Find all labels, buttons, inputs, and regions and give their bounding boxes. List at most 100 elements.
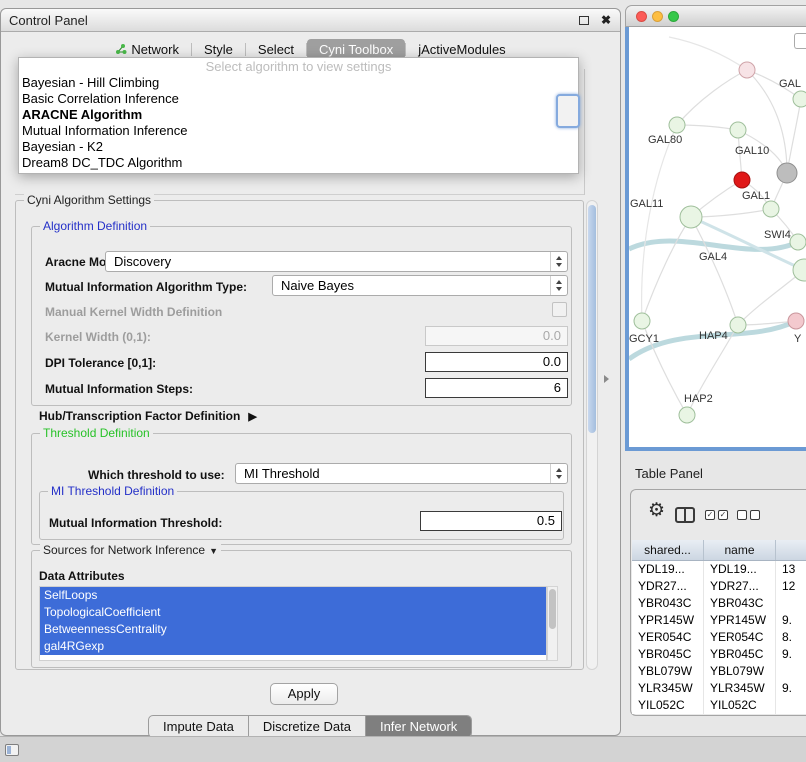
network-node[interactable] (739, 62, 755, 78)
network-edge[interactable] (629, 241, 798, 249)
network-edge[interactable] (642, 217, 691, 321)
algorithm-menu-item[interactable]: Mutual Information Inference (19, 123, 578, 139)
mi-steps-input[interactable]: 6 (425, 378, 568, 398)
attribute-list-scrollbar[interactable] (547, 586, 558, 661)
expand-arrow-icon[interactable]: ▶ (248, 411, 256, 423)
table-panel-window: ⚙ ✓ ✓ shared...name YDL19...YDL19...13YD… (630, 489, 806, 716)
mi-algorithm-type-combo[interactable]: Naive Bayes (272, 275, 568, 296)
menu-placeholder: Select algorithm to view settings (19, 58, 578, 75)
network-node[interactable] (788, 313, 804, 329)
network-window-titlebar[interactable] (625, 5, 806, 27)
network-node[interactable] (730, 122, 746, 138)
network-node[interactable] (763, 201, 779, 217)
network-edge[interactable] (677, 125, 738, 130)
network-node[interactable] (730, 317, 746, 333)
mi-threshold-definition-title: MI Threshold Definition (48, 484, 177, 498)
table-row[interactable]: YDL19...YDL19...13 (632, 561, 806, 578)
column-header[interactable] (776, 540, 806, 560)
table-row[interactable]: YBL079WYBL079W (632, 663, 806, 680)
network-node[interactable] (634, 313, 650, 329)
node-label: HAP2 (684, 393, 713, 405)
table-row[interactable]: YBR043CYBR043C (632, 595, 806, 612)
bottom-tab-infer-network[interactable]: Infer Network (365, 716, 471, 737)
attribute-list-item[interactable]: SelfLoops (40, 587, 546, 604)
table-row[interactable]: YLR345WYLR345W9. (632, 680, 806, 697)
bottom-tab-discretize-data[interactable]: Discretize Data (248, 716, 365, 737)
close-traffic-light[interactable] (636, 11, 647, 22)
node-label: GAL1 (742, 190, 770, 202)
network-overlay-button[interactable] (794, 33, 806, 49)
network-canvas-area[interactable]: GALGAL80GAL10GAL11GAL1SWI4GAL4GCY1HAP4YH… (625, 27, 806, 451)
network-edge[interactable] (642, 125, 677, 321)
network-node[interactable] (680, 206, 702, 228)
table-cell: YBL079W (632, 663, 704, 680)
network-node[interactable] (777, 163, 797, 183)
deselect-all-columns-icon[interactable] (737, 510, 760, 520)
combo-stepper-icon[interactable] (550, 276, 567, 295)
minimize-traffic-light[interactable] (652, 11, 663, 22)
table-cell: YDL19... (704, 561, 776, 578)
settings-scrollbar[interactable] (586, 200, 598, 670)
network-node[interactable] (734, 172, 750, 188)
table-row[interactable]: YIL052CYIL052C (632, 697, 806, 714)
table-row[interactable]: YBR045CYBR045C9. (632, 646, 806, 663)
algorithm-menu-items: Bayesian - Hill ClimbingBasic Correlatio… (19, 75, 578, 171)
aracne-mode-combo[interactable]: Discovery (105, 251, 568, 272)
attribute-list-item[interactable]: gal4RGexp (40, 638, 546, 655)
sources-group-title[interactable]: Sources for Network Inference▼ (40, 543, 221, 557)
dpi-tolerance-label: DPI Tolerance [0,1]: (45, 356, 156, 370)
checked-box-icon: ✓ (718, 510, 728, 520)
bottom-tab-impute-data[interactable]: Impute Data (149, 716, 248, 737)
network-node[interactable] (669, 117, 685, 133)
algorithm-menu-item[interactable]: Basic Correlation Inference (19, 91, 578, 107)
network-edge[interactable] (691, 209, 771, 217)
focused-button-artifact[interactable] (556, 94, 580, 128)
panel-collapse-arrow[interactable] (604, 375, 609, 383)
column-settings-icon[interactable] (675, 507, 695, 523)
control-panel-dock-icon[interactable] (5, 744, 19, 756)
collapse-arrow-icon[interactable]: ▼ (209, 546, 218, 556)
dpi-tolerance-input[interactable]: 0.0 (425, 352, 568, 372)
algorithm-menu-item[interactable]: Bayesian - Hill Climbing (19, 75, 578, 91)
which-threshold-combo[interactable]: MI Threshold (235, 463, 568, 484)
node-label: GAL10 (735, 145, 769, 157)
table-row[interactable]: YER054CYER054C8. (632, 629, 806, 646)
network-edge[interactable] (669, 37, 747, 70)
combo-stepper-icon[interactable] (550, 252, 567, 271)
checked-box-icon: ✓ (705, 510, 715, 520)
node-label: GAL (779, 78, 801, 90)
column-header[interactable]: shared... (632, 540, 704, 560)
network-node[interactable] (790, 234, 806, 250)
network-edge[interactable] (691, 217, 738, 325)
scrollbar-thumb[interactable] (588, 205, 596, 433)
network-edge[interactable] (677, 70, 747, 125)
select-all-columns-icon[interactable]: ✓ ✓ (705, 510, 728, 520)
mi-threshold-input[interactable]: 0.5 (420, 511, 562, 531)
mi-algorithm-type-label: Mutual Information Algorithm Type: (45, 280, 247, 294)
hub-transcription-factor-toggle[interactable]: Hub/Transcription Factor Definition▶ (39, 409, 257, 423)
control-panel-titlebar[interactable]: Control Panel ✖ (1, 9, 620, 32)
table-row[interactable]: YDR27...YDR27...12 (632, 578, 806, 595)
column-header[interactable]: name (704, 540, 776, 560)
network-node[interactable] (679, 407, 695, 423)
algorithm-menu-item[interactable]: Dream8 DC_TDC Algorithm (19, 155, 578, 171)
zoom-traffic-light[interactable] (668, 11, 679, 22)
gear-icon[interactable]: ⚙ (648, 500, 665, 522)
network-edge[interactable] (787, 99, 801, 173)
desktop: Control Panel ✖ NetworkStyleSelectCyni T… (0, 0, 806, 762)
attribute-list-item[interactable]: BetweennessCentrality (40, 621, 546, 638)
close-window-icon[interactable]: ✖ (601, 13, 611, 27)
table-row[interactable]: YPR145WYPR145W9. (632, 612, 806, 629)
attribute-list[interactable]: SelfLoopsTopologicalCoefficientBetweenne… (39, 586, 547, 661)
algorithm-menu-item[interactable]: Bayesian - K2 (19, 139, 578, 155)
apply-button[interactable]: Apply (270, 683, 338, 705)
scrollbar-thumb[interactable] (549, 589, 556, 629)
network-node[interactable] (793, 91, 806, 107)
combo-stepper-icon[interactable] (550, 464, 567, 483)
table-cell: YDR27... (632, 578, 704, 595)
kernel-width-input: 0.0 (425, 326, 568, 346)
algorithm-menu-item[interactable]: ARACNE Algorithm (19, 107, 578, 123)
attribute-list-item[interactable]: TopologicalCoefficient (40, 604, 546, 621)
float-window-icon[interactable] (579, 16, 589, 25)
network-canvas[interactable]: GALGAL80GAL10GAL11GAL1SWI4GAL4GCY1HAP4YH… (629, 27, 806, 447)
